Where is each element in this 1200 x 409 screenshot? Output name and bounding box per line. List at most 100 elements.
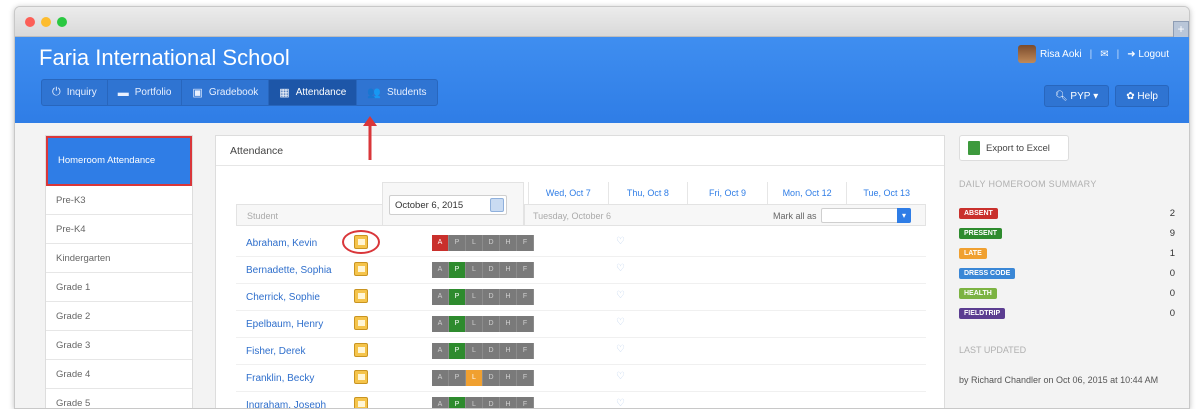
student-name[interactable]: Epelbaum, Henry — [246, 319, 323, 330]
attendance-code-button[interactable]: A — [432, 262, 449, 278]
sidebar-item-grade-2[interactable]: Grade 2 — [46, 302, 192, 331]
attendance-code-button[interactable]: D — [483, 316, 500, 332]
comment-icon[interactable]: ♡ — [616, 236, 625, 247]
sidebar-item-grade-1[interactable]: Grade 1 — [46, 273, 192, 302]
attendance-code-button[interactable]: D — [483, 262, 500, 278]
attendance-code-button[interactable]: D — [483, 343, 500, 359]
attendance-code-button[interactable]: F — [517, 397, 534, 408]
title-bar: + — [15, 7, 1189, 39]
date-field[interactable]: October 6, 2015 — [389, 195, 507, 215]
attendance-code-button[interactable]: L — [466, 397, 483, 408]
attendance-code-button[interactable]: H — [500, 343, 517, 359]
student-name[interactable]: Abraham, Kevin — [246, 238, 317, 249]
attendance-code-button[interactable]: H — [500, 235, 517, 251]
note-icon[interactable] — [354, 397, 368, 408]
attendance-code-button[interactable]: F — [517, 289, 534, 305]
attendance-code-button[interactable]: P — [449, 289, 466, 305]
attendance-code-button[interactable]: H — [500, 262, 517, 278]
nav-attendance[interactable]: ▦ Attendance — [269, 80, 358, 105]
attendance-code-button[interactable]: D — [483, 397, 500, 408]
attendance-code-button[interactable]: L — [466, 235, 483, 251]
program-dropdown[interactable]: 🔍︎ PYP ▾ — [1043, 85, 1110, 107]
attendance-code-button[interactable]: P — [449, 343, 466, 359]
sidebar-item-kindergarten[interactable]: Kindergarten — [46, 244, 192, 273]
attendance-code-button[interactable]: P — [449, 397, 466, 408]
attendance-code-button[interactable]: H — [500, 289, 517, 305]
comment-icon[interactable]: ♡ — [616, 317, 625, 328]
sidebar-item-pre-k4[interactable]: Pre-K4 — [46, 215, 192, 244]
note-icon[interactable] — [354, 370, 368, 384]
attendance-code-button[interactable]: F — [517, 343, 534, 359]
nav-students[interactable]: 👥 Students — [357, 80, 436, 105]
note-icon[interactable] — [354, 289, 368, 303]
help-button[interactable]: ✿ Help — [1115, 85, 1169, 107]
day-header[interactable]: Wed, Oct 7 — [528, 182, 608, 204]
zoom-window-button[interactable] — [57, 17, 67, 27]
attendance-code-button[interactable]: L — [466, 289, 483, 305]
attendance-code-button[interactable]: A — [432, 370, 449, 386]
comment-icon[interactable]: ♡ — [616, 263, 625, 274]
attendance-code-button[interactable]: L — [466, 370, 483, 386]
attendance-code-button[interactable]: A — [432, 397, 449, 408]
attendance-code-button[interactable]: H — [500, 397, 517, 408]
sidebar-item-grade-5[interactable]: Grade 5 — [46, 389, 192, 409]
attendance-code-button[interactable]: P — [449, 370, 466, 386]
attendance-code-button[interactable]: H — [500, 370, 517, 386]
attendance-code-button[interactable]: A — [432, 289, 449, 305]
mail-icon[interactable]: ✉ — [1100, 49, 1108, 60]
close-window-button[interactable] — [25, 17, 35, 27]
comment-icon[interactable]: ♡ — [616, 398, 625, 408]
day-headers: Wed, Oct 7 Thu, Oct 8 Fri, Oct 9 Mon, Oc… — [528, 182, 926, 204]
note-icon[interactable] — [354, 316, 368, 330]
comment-icon[interactable]: ♡ — [616, 371, 625, 382]
attendance-code-button[interactable]: A — [432, 316, 449, 332]
attendance-code-button[interactable]: F — [517, 316, 534, 332]
avatar[interactable] — [1017, 45, 1036, 63]
attendance-code-button[interactable]: P — [449, 235, 466, 251]
comment-icon[interactable]: ♡ — [616, 344, 625, 355]
attendance-code-button[interactable]: D — [483, 289, 500, 305]
attendance-code-button[interactable]: F — [517, 262, 534, 278]
day-header[interactable]: Thu, Oct 8 — [607, 182, 688, 204]
note-icon[interactable] — [354, 343, 368, 357]
student-name[interactable]: Bernadette, Sophia — [246, 265, 332, 276]
attendance-code-button[interactable]: L — [466, 262, 483, 278]
sidebar-item-grade-4[interactable]: Grade 4 — [46, 360, 192, 389]
attendance-code-button[interactable]: A — [432, 343, 449, 359]
mark-all-select[interactable]: ▾ — [821, 208, 911, 223]
comment-icon[interactable]: ♡ — [616, 290, 625, 301]
attendance-codes: APLDHF — [432, 235, 534, 251]
calendar-icon[interactable] — [490, 198, 504, 212]
note-icon[interactable] — [354, 262, 368, 276]
attendance-code-button[interactable]: A — [432, 235, 449, 251]
nav-label: Inquiry — [66, 87, 97, 98]
logout-button[interactable]: ➜ Logout — [1127, 49, 1169, 60]
minimize-window-button[interactable] — [41, 17, 51, 27]
day-header[interactable]: Fri, Oct 9 — [687, 182, 767, 204]
attendance-code-button[interactable]: F — [517, 235, 534, 251]
attendance-code-button[interactable]: H — [500, 316, 517, 332]
sidebar-item-grade-3[interactable]: Grade 3 — [46, 331, 192, 360]
attendance-code-button[interactable]: F — [517, 370, 534, 386]
logout-icon: ➜ — [1127, 48, 1139, 60]
sidebar-item-pre-k3[interactable]: Pre-K3 — [46, 186, 192, 215]
attendance-code-button[interactable]: P — [449, 316, 466, 332]
student-name[interactable]: Ingraham, Joseph — [246, 400, 326, 408]
summary-count: 2 — [1169, 207, 1175, 219]
day-header[interactable]: Mon, Oct 12 — [766, 182, 847, 204]
nav-gradebook[interactable]: ▣ Gradebook — [182, 80, 270, 105]
attendance-code-button[interactable]: D — [483, 235, 500, 251]
student-name[interactable]: Franklin, Becky — [246, 373, 314, 384]
attendance-code-button[interactable]: D — [483, 370, 500, 386]
user-name[interactable]: Risa Aoki — [1040, 49, 1082, 60]
student-name[interactable]: Fisher, Derek — [246, 346, 305, 357]
nav-portfolio[interactable]: ▬ Portfolio — [108, 80, 183, 105]
nav-inquiry[interactable]: ⏻ Inquiry — [42, 80, 108, 105]
day-header[interactable]: Tue, Oct 13 — [846, 182, 926, 204]
attendance-code-button[interactable]: P — [449, 262, 466, 278]
student-name[interactable]: Cherrick, Sophie — [246, 292, 320, 303]
export-excel-button[interactable]: Export to Excel — [959, 135, 1069, 161]
sidebar-item-homeroom-attendance[interactable]: Homeroom Attendance — [46, 136, 192, 186]
attendance-code-button[interactable]: L — [466, 343, 483, 359]
attendance-code-button[interactable]: L — [466, 316, 483, 332]
